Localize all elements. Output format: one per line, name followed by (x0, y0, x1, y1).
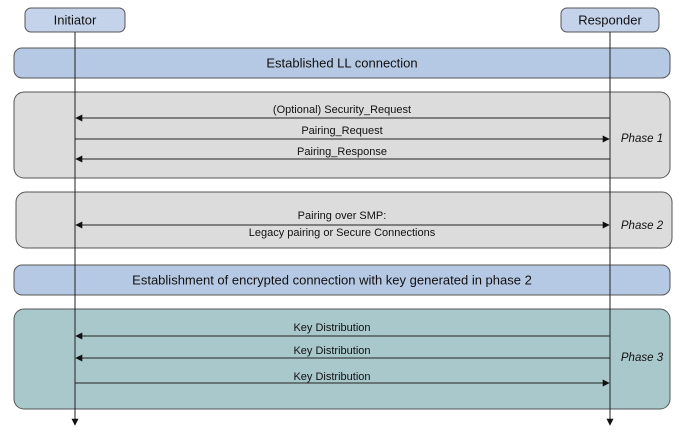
phase1-msg-security-request: (Optional) Security_Request (273, 104, 411, 116)
phase3-msg-key-distribution-3: Key Distribution (293, 371, 370, 383)
phase3-label: Phase 3 (621, 352, 664, 364)
phase3-msg-key-distribution-2: Key Distribution (293, 345, 370, 357)
encrypted-band: Establishment of encrypted connection wi… (13, 264, 671, 296)
established-band-label: Established LL connection (266, 56, 417, 71)
responder-actor: Responder (560, 7, 660, 33)
phase3-group: Phase 3 Key Distribution Key Distributio… (13, 308, 671, 410)
encrypted-band-label: Establishment of encrypted connection wi… (132, 273, 532, 288)
phase1-msg-pairing-response: Pairing_Response (297, 146, 387, 158)
phase3-msg-key-distribution-1: Key Distribution (293, 322, 370, 334)
diagram-canvas: Initiator Responder Established LL conne… (13, 7, 673, 426)
phase1-group: Phase 1 (Optional) Security_Request Pair… (13, 91, 671, 179)
phase2-line2: Legacy pairing or Secure Connections (249, 227, 436, 239)
initiator-label: Initiator (54, 13, 97, 28)
initiator-actor: Initiator (24, 7, 126, 33)
phase1-msg-pairing-request: Pairing_Request (301, 125, 382, 137)
sequence-diagram: Initiator Responder Established LL conne… (0, 0, 683, 432)
phase2-group: Phase 2 Pairing over SMP: Legacy pairing… (15, 191, 673, 249)
responder-label: Responder (578, 13, 642, 28)
phase1-label: Phase 1 (621, 133, 663, 145)
phase2-line1: Pairing over SMP: (298, 210, 387, 222)
established-band: Established LL connection (13, 47, 671, 79)
phase2-label: Phase 2 (621, 220, 664, 232)
